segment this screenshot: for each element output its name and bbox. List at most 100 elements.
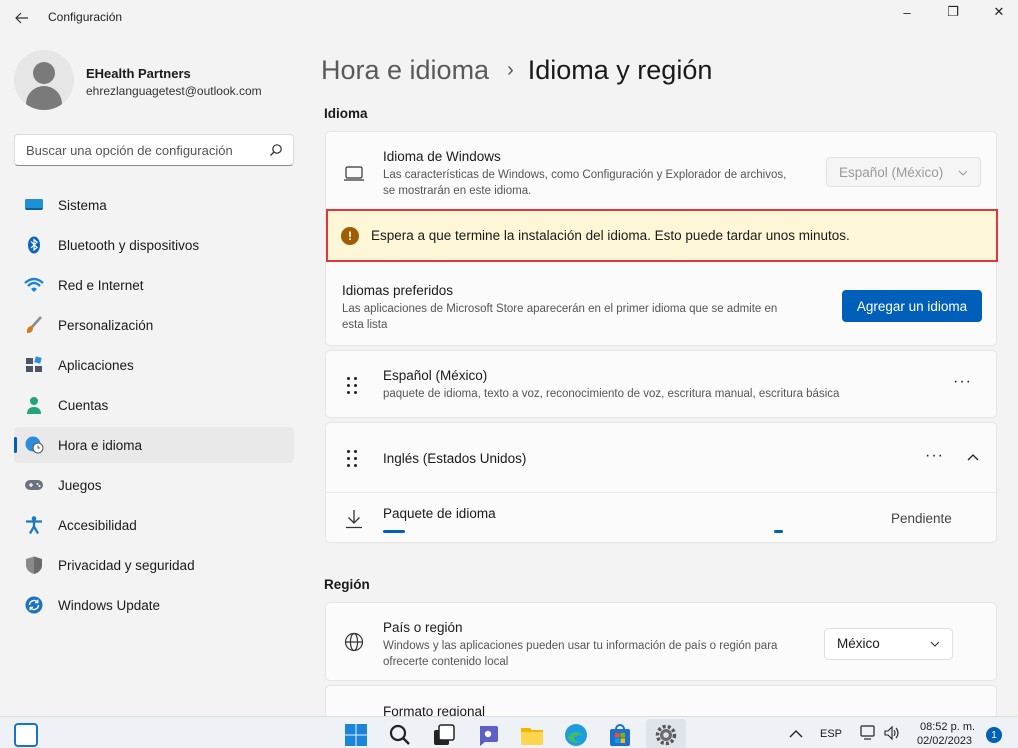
- input-language[interactable]: ESP: [820, 728, 842, 740]
- country-region-dropdown[interactable]: México: [824, 628, 953, 660]
- search-icon: [270, 144, 282, 156]
- chevron-down-icon: [930, 641, 940, 647]
- drag-handle-icon[interactable]: [347, 377, 359, 395]
- sidebar-item-label: Personalización: [58, 318, 154, 333]
- page-title: Idioma y región: [527, 54, 713, 85]
- app-title: Configuración: [48, 10, 123, 24]
- edge-icon[interactable]: [564, 723, 588, 747]
- clock-time[interactable]: 08:52 p. m.: [920, 721, 975, 733]
- settings-gear-icon[interactable]: [654, 723, 678, 747]
- accessibility-icon: [26, 516, 42, 534]
- install-progress-bar: [383, 530, 783, 533]
- country-region-desc-2: ofrecerte contenido local: [383, 656, 509, 668]
- language-name: Español (México): [383, 368, 488, 383]
- sidebar-item-cuentas[interactable]: Cuentas: [14, 387, 294, 423]
- country-region-title: País o región: [383, 620, 463, 635]
- sidebar-item-personalizacion[interactable]: Personalización: [14, 307, 294, 343]
- language-desc: paquete de idioma, texto a voz, reconoci…: [383, 388, 840, 400]
- sidebar-item-label: Windows Update: [58, 598, 161, 613]
- sidebar-item-red[interactable]: Red e Internet: [14, 267, 294, 303]
- language-pack-title: Paquete de idioma: [383, 506, 496, 521]
- profile-email: ehrezlanguagetest@outlook.com: [86, 84, 262, 98]
- sidebar-item-juegos[interactable]: Juegos: [14, 467, 294, 503]
- arrow-left-icon: [15, 12, 28, 24]
- drag-handle-icon[interactable]: [347, 450, 359, 468]
- task-view-icon[interactable]: [432, 723, 456, 747]
- notification-badge[interactable]: 1: [986, 727, 1002, 743]
- search-placeholder: Buscar una opción de configuración: [26, 143, 233, 158]
- sidebar-nav: Sistema Bluetooth y dispositivos Red e I…: [14, 187, 294, 627]
- breadcrumb-parent[interactable]: Hora e idioma: [321, 55, 489, 86]
- download-icon: [346, 510, 362, 529]
- globe-clock-icon: [25, 436, 44, 454]
- teams-chat-icon[interactable]: [476, 723, 500, 747]
- apps-icon: [26, 356, 42, 372]
- install-warning-banner: ! Espera a que termine la instalación de…: [326, 209, 998, 262]
- install-status: Pendiente: [891, 511, 952, 526]
- sidebar-item-label: Hora e idioma: [58, 438, 143, 453]
- preferred-languages-desc-1: Las aplicaciones de Microsoft Store apar…: [342, 303, 778, 315]
- sidebar-item-accesibilidad[interactable]: Accesibilidad: [14, 507, 294, 543]
- chevron-up-icon[interactable]: [789, 729, 803, 739]
- minimize-button[interactable]: –: [884, 0, 930, 24]
- file-explorer-icon[interactable]: [520, 723, 544, 747]
- profile-name: EHealth Partners: [86, 66, 191, 81]
- language-name: Inglés (Estados Unidos): [383, 451, 527, 466]
- start-icon[interactable]: [344, 723, 368, 747]
- sidebar-item-windows-update[interactable]: Windows Update: [14, 587, 294, 623]
- country-region-value: México: [837, 636, 880, 651]
- breadcrumb-separator: ›: [507, 58, 514, 81]
- add-language-button[interactable]: Agregar un idioma: [842, 290, 982, 322]
- clock-date[interactable]: 02/02/2023: [917, 735, 972, 747]
- gamepad-icon: [25, 480, 43, 490]
- preferred-languages-title: Idiomas preferidos: [342, 283, 454, 298]
- language-row-espanol[interactable]: Español (México) paquete de idioma, text…: [325, 350, 997, 418]
- person-icon: [27, 397, 41, 414]
- windows-language-dropdown[interactable]: Español (México): [826, 157, 981, 187]
- more-options-button[interactable]: ···: [925, 447, 944, 465]
- chevron-up-icon[interactable]: [967, 453, 979, 463]
- sidebar-item-label: Red e Internet: [58, 278, 144, 293]
- divider: [326, 492, 996, 493]
- widgets-icon[interactable]: [14, 723, 38, 747]
- volume-icon[interactable]: [883, 725, 901, 741]
- user-profile[interactable]: EHealth Partners ehrezlanguagetest@outlo…: [14, 48, 294, 112]
- chevron-down-icon: [958, 170, 968, 176]
- sidebar-item-hora-idioma[interactable]: Hora e idioma: [14, 427, 294, 463]
- windows-language-desc-2: se mostrarán en este idioma.: [383, 185, 532, 197]
- sidebar-item-label: Sistema: [58, 198, 107, 213]
- section-title-region: Región: [324, 577, 370, 592]
- avatar: [14, 50, 74, 110]
- language-row-ingles: Inglés (Estados Unidos) ··· Paquete de i…: [325, 422, 997, 543]
- maximize-button[interactable]: ❐: [930, 0, 976, 24]
- sidebar-item-privacidad[interactable]: Privacidad y seguridad: [14, 547, 294, 583]
- store-icon[interactable]: [608, 723, 632, 747]
- wifi-icon: [24, 277, 44, 292]
- country-region-card: País o región Windows y las aplicaciones…: [325, 602, 997, 681]
- sidebar-item-bluetooth[interactable]: Bluetooth y dispositivos: [14, 227, 294, 263]
- sidebar-item-label: Bluetooth y dispositivos: [58, 238, 200, 253]
- taskbar: ESP 08:52 p. m. 02/02/2023 1: [0, 716, 1018, 748]
- shield-icon: [26, 556, 42, 574]
- sidebar-item-label: Privacidad y seguridad: [58, 558, 195, 573]
- brush-icon: [27, 316, 42, 333]
- monitor-icon: [25, 199, 43, 210]
- network-icon[interactable]: [860, 725, 878, 741]
- search-input[interactable]: Buscar una opción de configuración: [14, 134, 294, 166]
- back-button[interactable]: [10, 6, 34, 30]
- bluetooth-icon: [28, 236, 40, 254]
- sidebar-item-label: Juegos: [58, 478, 102, 493]
- warning-text: Espera a que termine la instalación del …: [371, 228, 850, 243]
- windows-language-title: Idioma de Windows: [383, 149, 501, 164]
- sidebar-item-aplicaciones[interactable]: Aplicaciones: [14, 347, 294, 383]
- more-options-button[interactable]: ···: [953, 373, 972, 391]
- title-bar: Configuración – ❐ ✕: [0, 0, 1018, 36]
- search-icon[interactable]: [388, 723, 412, 747]
- windows-language-desc-1: Las características de Windows, como Con…: [383, 169, 787, 181]
- update-icon: [25, 596, 43, 614]
- close-button[interactable]: ✕: [976, 0, 1018, 24]
- sidebar-item-label: Cuentas: [58, 398, 109, 413]
- windows-language-value: Español (México): [839, 165, 944, 180]
- sidebar-item-sistema[interactable]: Sistema: [14, 187, 294, 223]
- warning-icon: !: [341, 227, 359, 245]
